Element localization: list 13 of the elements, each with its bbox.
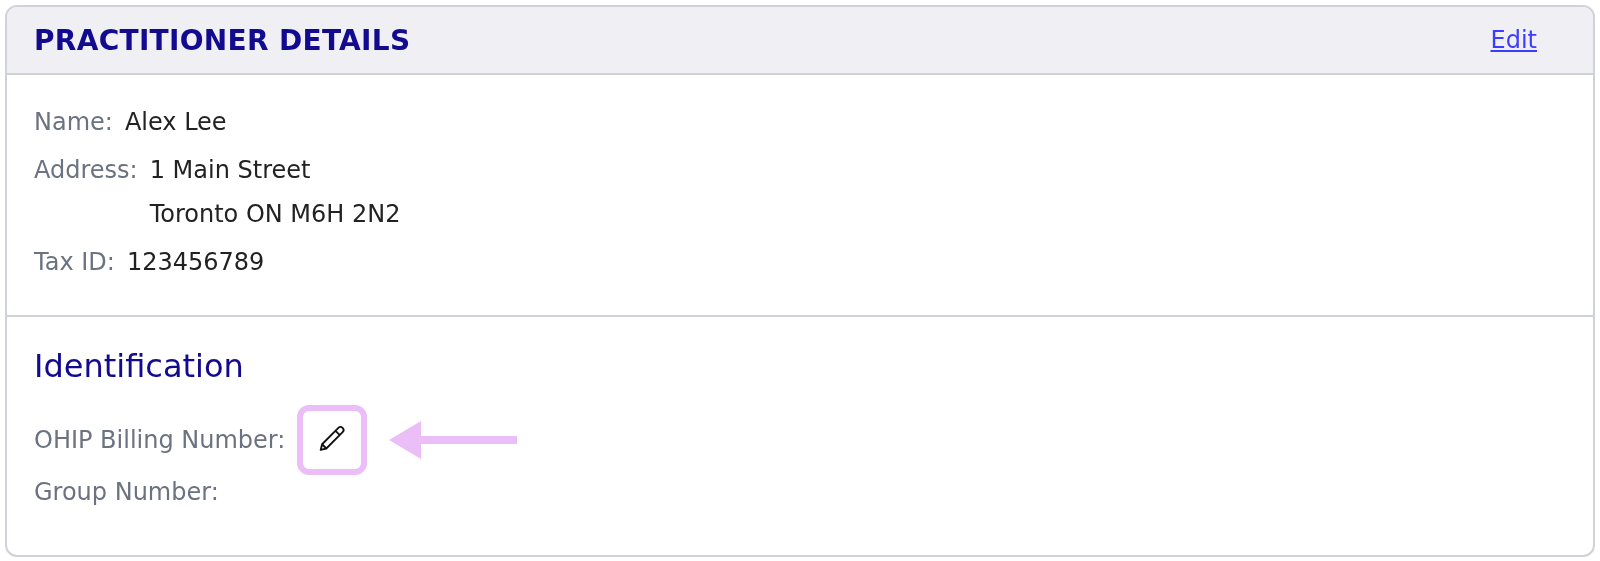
field-label: Tax ID: <box>34 247 115 278</box>
field-label: Address: <box>34 155 138 186</box>
field-value: 1 Main Street <box>149 155 312 186</box>
edit-link[interactable]: Edit <box>1490 26 1537 54</box>
field-label: Name: <box>34 107 113 138</box>
field-label: Group Number: <box>34 477 219 508</box>
field-value: Alex Lee <box>124 107 227 138</box>
card-title: PRACTITIONER DETAILS <box>34 23 411 57</box>
field-value: 123456789 <box>126 247 265 278</box>
field-label: OHIP Billing Number: <box>34 425 286 456</box>
field-value: Toronto ON M6H 2N2 <box>149 199 401 230</box>
edit-button[interactable] <box>297 405 368 475</box>
section-title: Identification <box>34 347 245 385</box>
